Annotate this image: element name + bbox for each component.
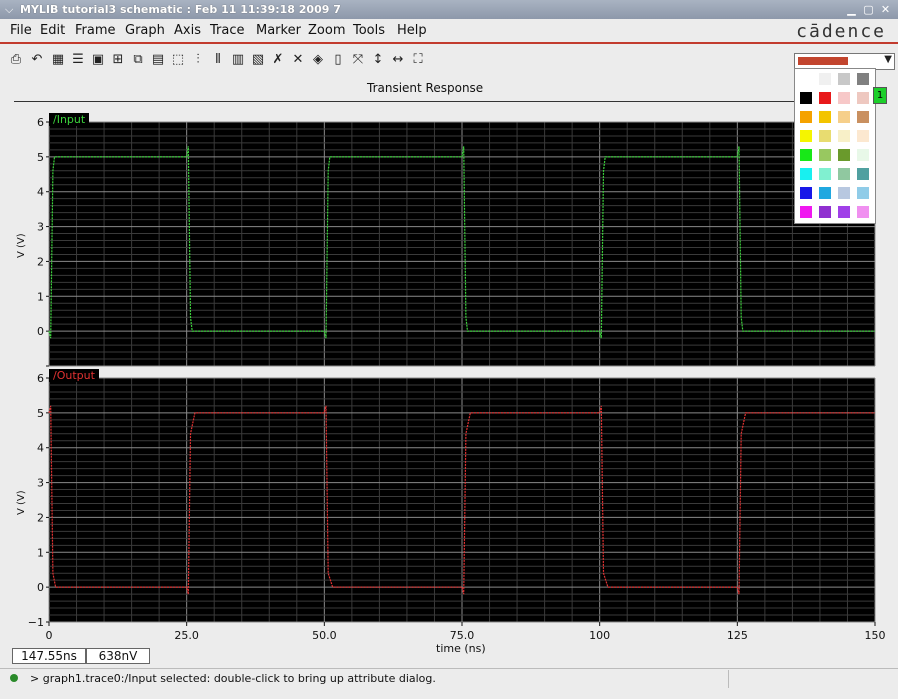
palette-swatch[interactable]: [800, 111, 812, 123]
output-y-axis-label: V (V): [16, 490, 27, 515]
palette-swatch[interactable]: [819, 73, 831, 85]
input-y-axis-label: V (V): [16, 233, 27, 258]
palette-swatch[interactable]: [819, 187, 831, 199]
y-tick-label: 5: [37, 151, 44, 164]
palette-swatch[interactable]: [838, 168, 850, 180]
status-indicator-icon: [10, 674, 18, 682]
x-tick-label: 125: [727, 629, 748, 642]
palette-swatch[interactable]: [857, 111, 869, 123]
palette-swatch[interactable]: [838, 149, 850, 161]
x-tick-label: 50.0: [312, 629, 337, 642]
y-tick-label: 0: [37, 325, 44, 338]
x-tick-label: 100: [589, 629, 610, 642]
palette-swatch[interactable]: [838, 187, 850, 199]
palette-swatch[interactable]: [857, 92, 869, 104]
x-tick-label: 150: [865, 629, 886, 642]
status-divider: [728, 670, 729, 688]
output-legend[interactable]: /Output: [49, 369, 99, 382]
y-tick-label: 0: [37, 581, 44, 594]
waveform-plot[interactable]: 0123456−101234560 25.0 50.0 75.0 100 125 150: [0, 0, 898, 699]
palette-swatch[interactable]: [819, 206, 831, 218]
palette-swatch[interactable]: [819, 92, 831, 104]
y-tick-label: 3: [37, 221, 44, 234]
palette-swatch[interactable]: [800, 168, 812, 180]
palette-swatch[interactable]: [800, 187, 812, 199]
y-tick-label: −1: [28, 616, 44, 629]
palette-swatch[interactable]: [800, 206, 812, 218]
palette-swatch[interactable]: [800, 149, 812, 161]
x-tick-label: 75.0: [450, 629, 475, 642]
palette-swatch[interactable]: [857, 206, 869, 218]
palette-swatch[interactable]: [819, 111, 831, 123]
palette-swatch[interactable]: [838, 92, 850, 104]
palette-swatch[interactable]: [800, 130, 812, 142]
y-tick-label: 1: [37, 546, 44, 559]
x-tick-label: 25.0: [174, 629, 199, 642]
y-tick-label: 3: [37, 477, 44, 490]
y-tick-label: 5: [37, 407, 44, 420]
color-palette[interactable]: [794, 68, 876, 224]
y-tick-label: 6: [37, 372, 44, 385]
y-tick-label: 2: [37, 255, 44, 268]
graph-number-badge: 1: [873, 87, 887, 104]
input-legend[interactable]: /Input: [49, 113, 90, 126]
palette-swatch[interactable]: [857, 187, 869, 199]
y-tick-label: 6: [37, 116, 44, 129]
palette-swatch[interactable]: [857, 168, 869, 180]
palette-swatch[interactable]: [838, 130, 850, 142]
cursor-x-readout: 147.55ns: [12, 648, 86, 664]
y-tick-label: 1: [37, 290, 44, 303]
x-axis-label: time (ns): [436, 642, 486, 655]
x-tick-label: 0: [46, 629, 53, 642]
cursor-y-readout: 638nV: [86, 648, 150, 664]
y-tick-label: 4: [37, 442, 44, 455]
palette-swatch[interactable]: [857, 73, 869, 85]
palette-swatch[interactable]: [819, 130, 831, 142]
palette-swatch[interactable]: [838, 111, 850, 123]
y-tick-label: 4: [37, 186, 44, 199]
palette-swatch[interactable]: [838, 73, 850, 85]
palette-swatch[interactable]: [857, 130, 869, 142]
palette-swatch[interactable]: [857, 149, 869, 161]
palette-swatch[interactable]: [838, 206, 850, 218]
y-tick-label: 2: [37, 511, 44, 524]
palette-swatch[interactable]: [800, 73, 812, 85]
palette-swatch[interactable]: [819, 168, 831, 180]
palette-swatch[interactable]: [819, 149, 831, 161]
status-message: > graph1.trace0:/Input selected: double-…: [30, 672, 436, 685]
palette-swatch[interactable]: [800, 92, 812, 104]
